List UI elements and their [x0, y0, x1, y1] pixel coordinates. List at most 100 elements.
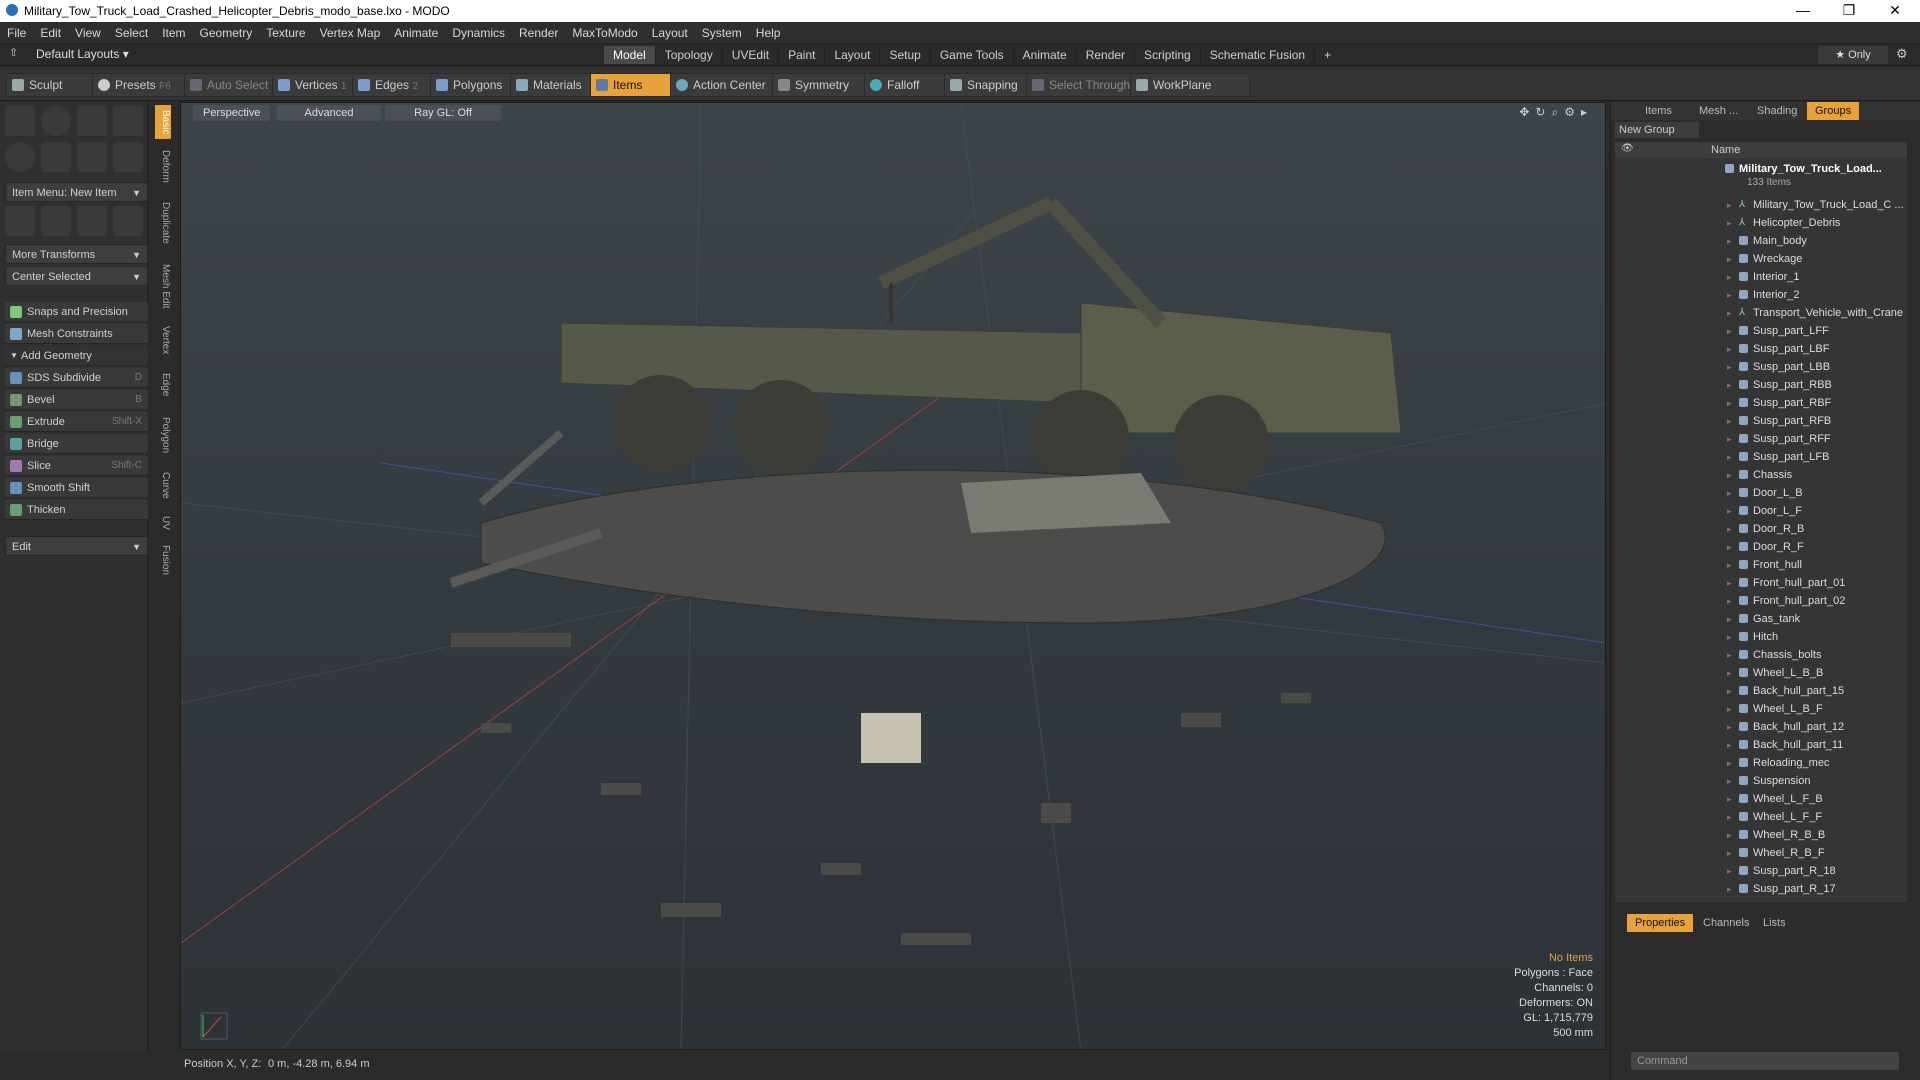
torus-primitive-icon[interactable]: [5, 142, 35, 172]
tool-extrude-button[interactable]: Extrude Shift-X: [5, 412, 148, 432]
tree-item-row[interactable]: ▸ Wheel_R_B_B: [1615, 826, 1907, 844]
tree-item-row[interactable]: ▸ Wreckage: [1615, 250, 1907, 268]
tab-lists[interactable]: Lists: [1755, 914, 1794, 932]
tree-item-row[interactable]: ▸ Susp_part_LBF: [1615, 340, 1907, 358]
edit-dropdown[interactable]: Edit ▼: [5, 536, 148, 556]
tab-mesh[interactable]: Mesh ...: [1691, 102, 1746, 120]
vtab-duplicate[interactable]: Duplicate: [155, 195, 171, 251]
expand-arrow-icon[interactable]: ▸: [1727, 520, 1732, 538]
tree-item-row[interactable]: ▸ Main_body: [1615, 232, 1907, 250]
more-transforms-dropdown[interactable]: More Transforms ▼: [5, 244, 148, 264]
expand-arrow-icon[interactable]: ▸: [1727, 448, 1732, 466]
tree-item-row[interactable]: ▸ Susp_part_LFF: [1615, 322, 1907, 340]
tree-item-row[interactable]: ▸ Gas_tank: [1615, 610, 1907, 628]
expand-arrow-icon[interactable]: ▸: [1727, 790, 1732, 808]
tree-item-row[interactable]: ▸ Wheel_R_B_F: [1615, 844, 1907, 862]
menu-view[interactable]: View: [68, 22, 108, 44]
vtab-edge[interactable]: Edge: [155, 365, 171, 405]
tab-model[interactable]: Model: [604, 46, 656, 64]
menu-geometry[interactable]: Geometry: [193, 22, 260, 44]
tree-item-row[interactable]: ▸ Susp_part_RFF: [1615, 430, 1907, 448]
tab-animate[interactable]: Animate: [1014, 46, 1077, 64]
tool-bevel-button[interactable]: Bevel B: [5, 390, 148, 410]
tool-slice-button[interactable]: Slice Shift-C: [5, 456, 148, 476]
menu-render[interactable]: Render: [512, 22, 565, 44]
tree-item-row[interactable]: ▸ Susp_part_R_18: [1615, 862, 1907, 880]
menu-select[interactable]: Select: [108, 22, 155, 44]
tree-item-row[interactable]: ▸ Chassis_bolts: [1615, 646, 1907, 664]
cube-primitive-icon[interactable]: [5, 106, 35, 136]
expand-arrow-icon[interactable]: ▸: [1727, 610, 1732, 628]
tree-item-row[interactable]: ▸ Wheel_L_B_B: [1615, 664, 1907, 682]
tree-item-row[interactable]: ▸ Front_hull_part_01: [1615, 574, 1907, 592]
tree-item-row[interactable]: ▸ Front_hull: [1615, 556, 1907, 574]
expand-arrow-icon[interactable]: ▸: [1727, 394, 1732, 412]
tree-item-row[interactable]: ▸ Door_R_F: [1615, 538, 1907, 556]
tree-item-row[interactable]: ▸ Back_hull_part_11: [1615, 736, 1907, 754]
maximize-button[interactable]: ❐: [1826, 0, 1872, 22]
tree-item-row[interactable]: ▸ Hitch: [1615, 628, 1907, 646]
tab-uvedit[interactable]: UVEdit: [723, 46, 780, 64]
tool-smooth-shift-button[interactable]: Smooth Shift: [5, 478, 148, 498]
vtab-basic[interactable]: Basic: [155, 105, 171, 139]
tab-topology[interactable]: Topology: [656, 46, 723, 64]
tool-sds-subdivide-button[interactable]: SDS Subdivide D: [5, 368, 148, 388]
pen-tool-icon[interactable]: [77, 142, 107, 172]
tree-item-row[interactable]: ▸ Back_hull_part_12: [1615, 718, 1907, 736]
menu-dynamics[interactable]: Dynamics: [445, 22, 512, 44]
tree-item-row[interactable]: ▸ ⅄ Transport_Vehicle_with_Crane: [1615, 304, 1907, 322]
vtab-fusion[interactable]: Fusion: [155, 540, 171, 580]
expand-arrow-icon[interactable]: ▸: [1727, 322, 1732, 340]
expand-arrow-icon[interactable]: ▸: [1727, 700, 1732, 718]
menu-vertex-map[interactable]: Vertex Map: [313, 22, 388, 44]
expand-arrow-icon[interactable]: ▸: [1727, 592, 1732, 610]
tab-scripting[interactable]: Scripting: [1135, 46, 1201, 64]
expand-arrow-icon[interactable]: ▸: [1727, 376, 1732, 394]
expand-arrow-icon[interactable]: ▸: [1727, 628, 1732, 646]
mesh-constraints-button[interactable]: Mesh Constraints: [5, 324, 148, 344]
command-input[interactable]: Command: [1631, 1052, 1899, 1070]
vtab-mesh-edit[interactable]: Mesh Edit: [155, 255, 171, 317]
expand-arrow-icon[interactable]: ▸: [1727, 340, 1732, 358]
cone-primitive-icon[interactable]: [113, 106, 143, 136]
expand-arrow-icon[interactable]: ▸: [1727, 880, 1732, 898]
tree-item-row[interactable]: ▸ Susp_part_RFB: [1615, 412, 1907, 430]
expand-arrow-icon[interactable]: ▸: [1727, 250, 1732, 268]
snaps-precision-button[interactable]: Snaps and Precision: [5, 302, 148, 322]
scale-tool-icon[interactable]: [77, 206, 107, 236]
menu-system[interactable]: System: [695, 22, 749, 44]
only-toggle[interactable]: ★ Only: [1818, 46, 1888, 64]
menu-layout[interactable]: Layout: [645, 22, 695, 44]
menu-edit[interactable]: Edit: [33, 22, 68, 44]
tab-render[interactable]: Render: [1077, 46, 1136, 64]
tree-item-row[interactable]: ▸ Door_L_B: [1615, 484, 1907, 502]
layout-toggle-icon[interactable]: ⇧: [9, 46, 18, 59]
expand-arrow-icon[interactable]: ▸: [1727, 304, 1732, 322]
tree-item-row[interactable]: ▸ Susp_part_LFB: [1615, 448, 1907, 466]
vtab-vertex[interactable]: Vertex: [155, 320, 171, 360]
expand-arrow-icon[interactable]: ▸: [1727, 430, 1732, 448]
tab-setup[interactable]: Setup: [880, 46, 931, 64]
menu-animate[interactable]: Animate: [387, 22, 445, 44]
tree-item-row[interactable]: ▸ Chassis: [1615, 466, 1907, 484]
capsule-primitive-icon[interactable]: [41, 142, 71, 172]
cylinder-primitive-icon[interactable]: [77, 106, 107, 136]
expand-arrow-icon[interactable]: ▸: [1727, 574, 1732, 592]
move-tool-icon[interactable]: [5, 206, 35, 236]
transform-tool-icon[interactable]: [113, 206, 143, 236]
tab-shading[interactable]: Shading: [1749, 102, 1805, 120]
minimize-button[interactable]: —: [1780, 0, 1826, 22]
tool-thicken-button[interactable]: Thicken: [5, 500, 148, 520]
menu-item[interactable]: Item: [155, 22, 192, 44]
item-menu-dropdown[interactable]: Item Menu: New Item ▼: [5, 182, 148, 202]
add-tab-button[interactable]: +: [1315, 46, 1340, 64]
expand-arrow-icon[interactable]: ▸: [1727, 808, 1732, 826]
expand-arrow-icon[interactable]: ▸: [1727, 682, 1732, 700]
tree-item-row[interactable]: ▸ Wheel_L_F_F: [1615, 808, 1907, 826]
tree-item-row[interactable]: ▸ ⅄ Military_Tow_Truck_Load_C ...: [1615, 196, 1907, 214]
tool-bridge-button[interactable]: Bridge: [5, 434, 148, 454]
new-group-button[interactable]: New Group: [1615, 122, 1699, 138]
tab-layout[interactable]: Layout: [825, 46, 881, 64]
menu-file[interactable]: File: [0, 22, 33, 44]
expand-arrow-icon[interactable]: ▸: [1727, 646, 1732, 664]
